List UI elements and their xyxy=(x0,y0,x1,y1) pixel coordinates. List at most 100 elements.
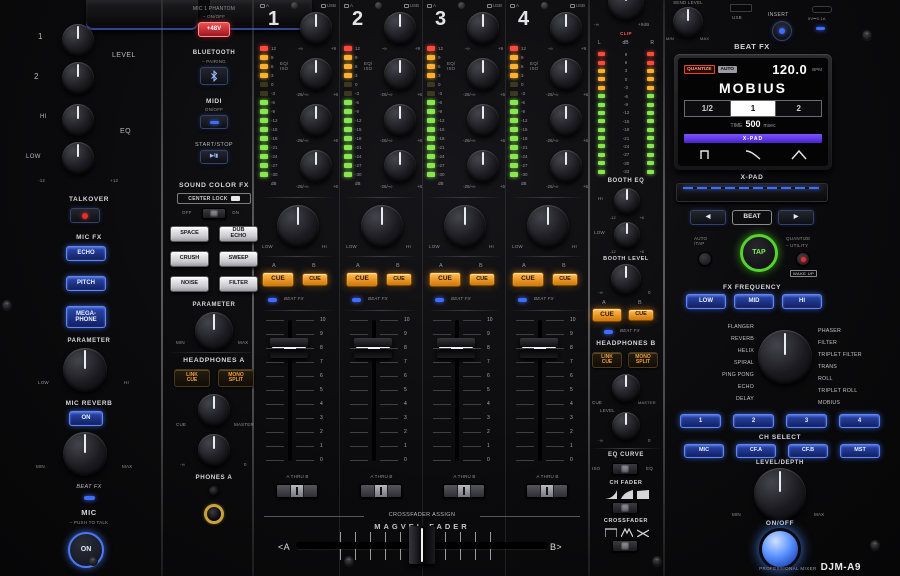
midi-onoff-button[interactable] xyxy=(200,115,228,129)
color-knob[interactable] xyxy=(361,205,403,247)
input-select-knob[interactable] xyxy=(291,2,298,9)
mic-on-button[interactable]: ON xyxy=(68,532,104,568)
scfx-button-dubecho[interactable]: DUB ECHO xyxy=(219,226,258,242)
ch-select-button-mst[interactable]: MST xyxy=(840,444,880,458)
bluetooth-pairing-button[interactable] xyxy=(200,67,228,85)
cue-a-button[interactable]: CUE xyxy=(346,272,378,287)
cue-b-button[interactable]: CUE xyxy=(469,273,495,286)
hpa-mono-split-button[interactable]: MONO SPLIT xyxy=(218,369,254,387)
eq-hi-knob[interactable] xyxy=(384,58,416,90)
mic-eq-hi-knob[interactable] xyxy=(62,104,94,136)
crossfader-assign-switch[interactable] xyxy=(360,484,402,498)
quantize-utility-button[interactable] xyxy=(796,252,810,266)
fx-select-knob[interactable] xyxy=(758,330,812,384)
mic-fx-button-megaphone[interactable]: MEGA- PHONE xyxy=(66,306,106,328)
eq-mid-knob[interactable] xyxy=(384,104,416,136)
fx-channel-button-4[interactable]: 4 xyxy=(839,414,880,428)
eq-low-knob[interactable] xyxy=(550,150,582,182)
master-cue-b-button[interactable]: CUE xyxy=(628,309,654,321)
crossfader-assign-switch[interactable] xyxy=(526,484,568,498)
usb-port[interactable] xyxy=(730,4,752,12)
fx-channel-button-3[interactable]: 3 xyxy=(786,414,827,428)
beat-prev-button[interactable]: ◀ xyxy=(690,210,726,225)
beat-cell-1[interactable]: 1 xyxy=(731,101,777,116)
hpb-link-cue-button[interactable]: LINK CUE xyxy=(592,352,622,368)
color-knob[interactable] xyxy=(444,205,486,247)
fx-frequency-mid[interactable]: MID xyxy=(734,294,774,309)
crossfader-cap[interactable] xyxy=(409,526,435,564)
eq-low-knob[interactable] xyxy=(300,150,332,182)
phones-a-quarter-jack[interactable] xyxy=(204,504,224,524)
mic1-level-knob[interactable] xyxy=(62,24,94,56)
ch-select-button-mic[interactable]: MIC xyxy=(684,444,724,458)
cue-a-button[interactable]: CUE xyxy=(262,272,294,287)
fx-frequency-low[interactable]: LOW xyxy=(686,294,726,309)
trim-knob[interactable] xyxy=(384,12,416,44)
trim-knob[interactable] xyxy=(300,12,332,44)
mic-fx-button-echo[interactable]: ECHO xyxy=(66,246,106,261)
scfx-parameter-knob[interactable] xyxy=(195,312,233,350)
crossfader-assign-switch[interactable] xyxy=(276,484,318,498)
beat-next-button[interactable]: ▶ xyxy=(778,210,814,225)
cue-b-button[interactable]: CUE xyxy=(552,273,578,286)
hpa-level-knob[interactable] xyxy=(198,434,230,466)
eq-hi-knob[interactable] xyxy=(467,58,499,90)
fx-channel-button-1[interactable]: 1 xyxy=(680,414,721,428)
mic-reverb-parameter-knob[interactable] xyxy=(63,432,107,476)
cue-a-button[interactable]: CUE xyxy=(429,272,461,287)
master-level-knob[interactable] xyxy=(608,0,644,20)
color-knob[interactable] xyxy=(527,205,569,247)
talkover-button[interactable] xyxy=(70,208,100,223)
ch-select-button-cfb[interactable]: CF.B xyxy=(788,444,828,458)
scfx-button-filter[interactable]: FILTER xyxy=(219,276,258,292)
eq-curve-toggle[interactable] xyxy=(612,463,638,475)
trim-knob[interactable] xyxy=(467,12,499,44)
scfx-button-crush[interactable]: CRUSH xyxy=(170,251,209,267)
cue-a-button[interactable]: CUE xyxy=(512,272,544,287)
fx-frequency-hi[interactable]: HI xyxy=(782,294,822,309)
level-depth-knob[interactable] xyxy=(754,468,806,520)
hpb-mono-split-button[interactable]: MONO SPLIT xyxy=(628,352,658,368)
beat-cell-2[interactable]: 2 xyxy=(776,101,821,116)
crossfader-assign-switch[interactable] xyxy=(443,484,485,498)
hpa-link-cue-button[interactable]: LINK CUE xyxy=(174,369,210,387)
scfx-button-noise[interactable]: NOISE xyxy=(170,276,209,292)
send-level-knob[interactable] xyxy=(673,7,703,37)
mic-eq-low-knob[interactable] xyxy=(62,142,94,174)
master-cue-a-button[interactable]: CUE xyxy=(592,308,622,322)
mic-reverb-on-button[interactable]: ON xyxy=(69,411,103,426)
phones-a-mini-jack[interactable] xyxy=(209,486,219,496)
eq-hi-knob[interactable] xyxy=(550,58,582,90)
fx-channel-button-2[interactable]: 2 xyxy=(733,414,774,428)
phantom-48v-button[interactable]: +48V xyxy=(198,22,230,37)
scfx-button-space[interactable]: SPACE xyxy=(170,226,209,242)
booth-eq-low-knob[interactable] xyxy=(614,222,640,248)
booth-level-knob[interactable] xyxy=(611,264,641,294)
hpa-mixing-knob[interactable] xyxy=(198,394,230,426)
beat-cell-1-2[interactable]: 1/2 xyxy=(685,101,731,116)
hpb-level-knob[interactable] xyxy=(612,412,640,440)
hpb-mixing-knob[interactable] xyxy=(612,374,640,402)
ch-select-button-cfa[interactable]: CF.A xyxy=(736,444,776,458)
eq-low-knob[interactable] xyxy=(384,150,416,182)
eq-low-knob[interactable] xyxy=(467,150,499,182)
booth-eq-hi-knob[interactable] xyxy=(614,188,640,214)
input-select-knob[interactable] xyxy=(375,2,382,9)
xpad-touch-strip[interactable] xyxy=(676,183,828,202)
eq-mid-knob[interactable] xyxy=(550,104,582,136)
center-lock-toggle[interactable] xyxy=(202,208,226,219)
mic2-level-knob[interactable] xyxy=(62,62,94,94)
crossfader-curve-toggle[interactable] xyxy=(612,540,638,552)
usbc-port[interactable] xyxy=(812,6,832,13)
cue-b-button[interactable]: CUE xyxy=(302,273,328,286)
auto-tap-button[interactable] xyxy=(698,252,712,266)
insert-button[interactable] xyxy=(772,21,792,41)
scfx-button-sweep[interactable]: SWEEP xyxy=(219,251,258,267)
color-knob[interactable] xyxy=(277,205,319,247)
input-select-knob[interactable] xyxy=(458,2,465,9)
trim-knob[interactable] xyxy=(550,12,582,44)
mic-fx-button-pitch[interactable]: PITCH xyxy=(66,276,106,291)
ch-fader-curve-toggle[interactable] xyxy=(612,502,638,514)
beat-length-selector[interactable]: 1/212 xyxy=(684,100,822,117)
eq-hi-knob[interactable] xyxy=(300,58,332,90)
